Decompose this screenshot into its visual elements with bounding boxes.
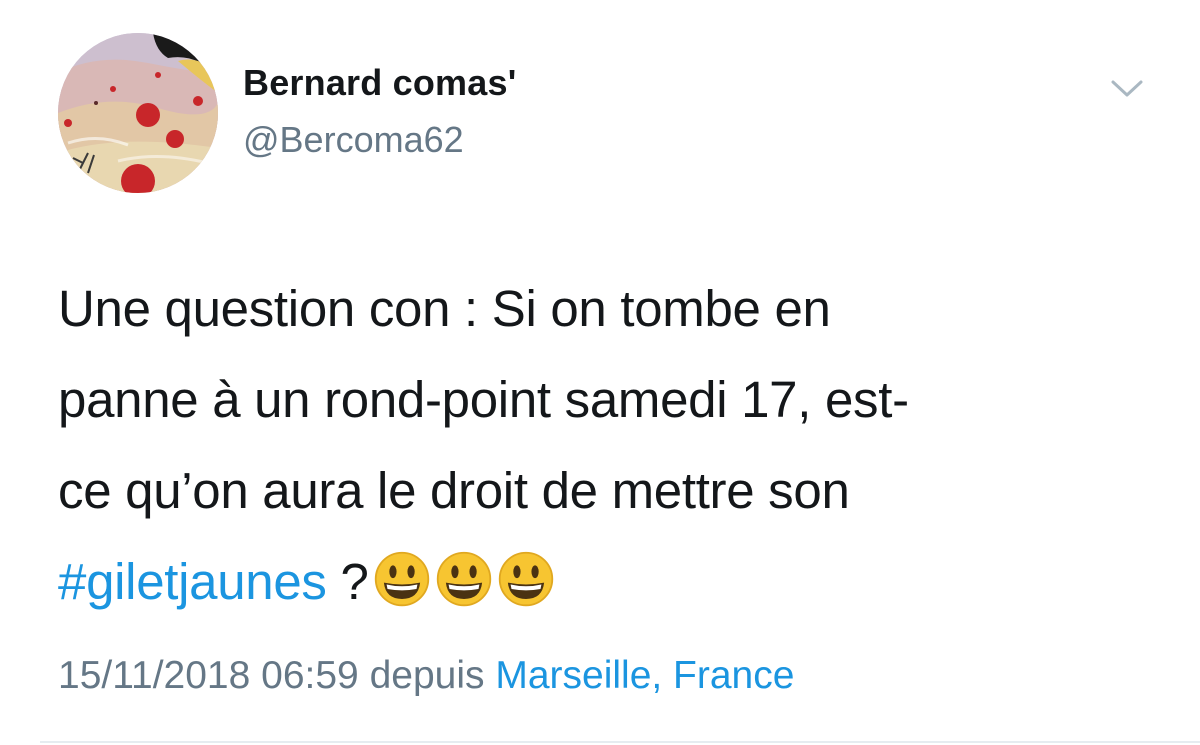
grinning-face-icon <box>436 551 491 607</box>
tweet-text-line: ce qu’on aura le droit de mettre son <box>58 462 850 519</box>
location-link[interactable]: Marseille, France <box>495 654 794 697</box>
question-mark: ? <box>326 553 369 610</box>
tweet-text-line: Une question con : Si on tombe en <box>58 280 831 337</box>
grinning-face-icon <box>498 551 553 607</box>
hashtag-link[interactable]: #giletjaunes <box>58 553 327 610</box>
painted-landscape-avatar <box>58 33 218 193</box>
tweet-text-last-line: #giletjaunes ? <box>58 536 1158 627</box>
from-label: depuis <box>358 654 496 697</box>
timestamp[interactable]: 15/11/2018 06:59 <box>58 654 359 697</box>
tweet-text: Une question con : Si on tombe en panne … <box>58 263 1158 627</box>
tweet-meta: 15/11/2018 06:59 depuis Marseille, Franc… <box>58 654 794 698</box>
author-handle[interactable]: @Bercoma62 <box>243 119 464 161</box>
avatar[interactable] <box>58 33 218 193</box>
author-display-name[interactable]: Bernard comas' <box>243 62 516 104</box>
chevron-down-icon[interactable] <box>1110 74 1144 102</box>
tweet-text-line: panne à un rond-point samedi 17, est- <box>58 371 909 428</box>
divider <box>40 741 1200 743</box>
grinning-face-icon <box>374 551 429 607</box>
tweet-card: Bernard comas' @Bercoma62 Une question c… <box>0 0 1200 745</box>
